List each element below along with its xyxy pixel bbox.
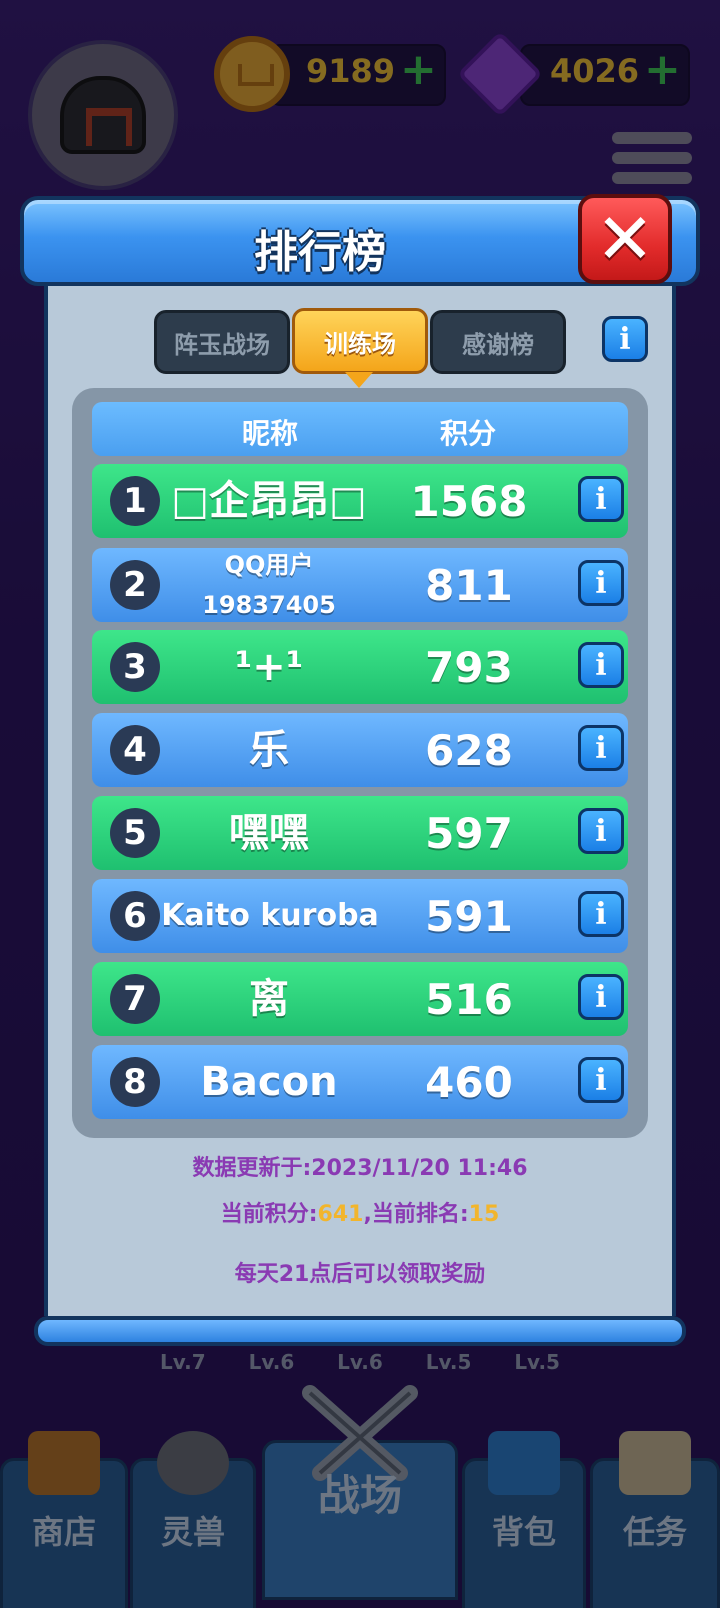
table-row: 8 Bacon 460 i	[92, 1045, 628, 1119]
player-score: 597	[425, 808, 513, 858]
player-score: 460	[425, 1057, 513, 1107]
table-row: 4 乐 628 i	[92, 713, 628, 787]
player-name: ¹+¹	[234, 644, 304, 690]
rank-badge: 3	[110, 642, 160, 692]
table-row: 1 □企昂昂□ 1568 i	[92, 464, 628, 538]
table-row: 2 QQ用户 19837405 811 i	[92, 548, 628, 622]
current-score-value: 641	[317, 1202, 364, 1227]
player-score: 628	[425, 725, 513, 775]
current-score-label: 当前积分:	[220, 1202, 318, 1227]
rank-badge: 7	[110, 974, 160, 1024]
rank-badge: 5	[110, 808, 160, 858]
active-tab-pointer	[345, 372, 373, 388]
player-info-button[interactable]: i	[578, 808, 624, 854]
tab-thanks-list[interactable]: 感谢榜	[430, 310, 566, 374]
rank-badge: 2	[110, 560, 160, 610]
table-row: 3 ¹+¹ 793 i	[92, 630, 628, 704]
reward-note: 每天21点后可以领取奖励	[234, 1262, 486, 1287]
column-nickname: 昵称	[242, 417, 299, 450]
data-updated-text: 数据更新于:2023/11/20 11:46	[192, 1156, 528, 1181]
player-info-button[interactable]: i	[578, 974, 624, 1020]
leaderboard-info-button[interactable]: i	[602, 316, 648, 362]
table-row: 7 离 516 i	[92, 962, 628, 1036]
player-info-button[interactable]: i	[578, 642, 624, 688]
table-header: 昵称 积分	[92, 402, 628, 456]
player-name: □企昂昂□	[171, 478, 367, 524]
current-rank-value: 15	[468, 1202, 500, 1227]
player-score: 1568	[410, 476, 528, 526]
leaderboard-footer-bar	[34, 1316, 686, 1346]
rank-badge: 4	[110, 725, 160, 775]
leaderboard-title: 排行榜	[254, 227, 386, 278]
rank-badge: 6	[110, 891, 160, 941]
player-name: 嘿嘿	[229, 810, 309, 856]
tab-training-ground[interactable]: 训练场	[292, 308, 428, 374]
current-rank-label: ,当前排名:	[363, 1202, 469, 1227]
player-name: 离	[249, 976, 289, 1022]
player-name: Kaito kuroba	[161, 898, 379, 933]
rank-badge: 1	[110, 476, 160, 526]
player-info-button[interactable]: i	[578, 560, 624, 606]
player-name: Bacon	[200, 1059, 338, 1105]
tab-jade-battlefield[interactable]: 阵玉战场	[154, 310, 290, 374]
player-info-button[interactable]: i	[578, 891, 624, 937]
table-row: 6 Kaito kuroba 591 i	[92, 879, 628, 953]
player-name: 乐	[249, 727, 289, 773]
table-row: 5 嘿嘿 597 i	[92, 796, 628, 870]
player-score: 516	[425, 974, 513, 1024]
rank-badge: 8	[110, 1057, 160, 1107]
close-button[interactable]: ✕	[578, 194, 672, 284]
close-icon: ✕	[595, 198, 655, 280]
column-score: 积分	[440, 417, 497, 450]
player-info-button[interactable]: i	[578, 476, 624, 522]
player-name: QQ用户 19837405	[202, 551, 336, 619]
player-score: 811	[425, 560, 513, 610]
player-info-button[interactable]: i	[578, 725, 624, 771]
player-score: 591	[425, 891, 513, 941]
player-info-button[interactable]: i	[578, 1057, 624, 1103]
current-status: 当前积分:641,当前排名:15	[44, 1196, 676, 1228]
player-score: 793	[425, 642, 513, 692]
